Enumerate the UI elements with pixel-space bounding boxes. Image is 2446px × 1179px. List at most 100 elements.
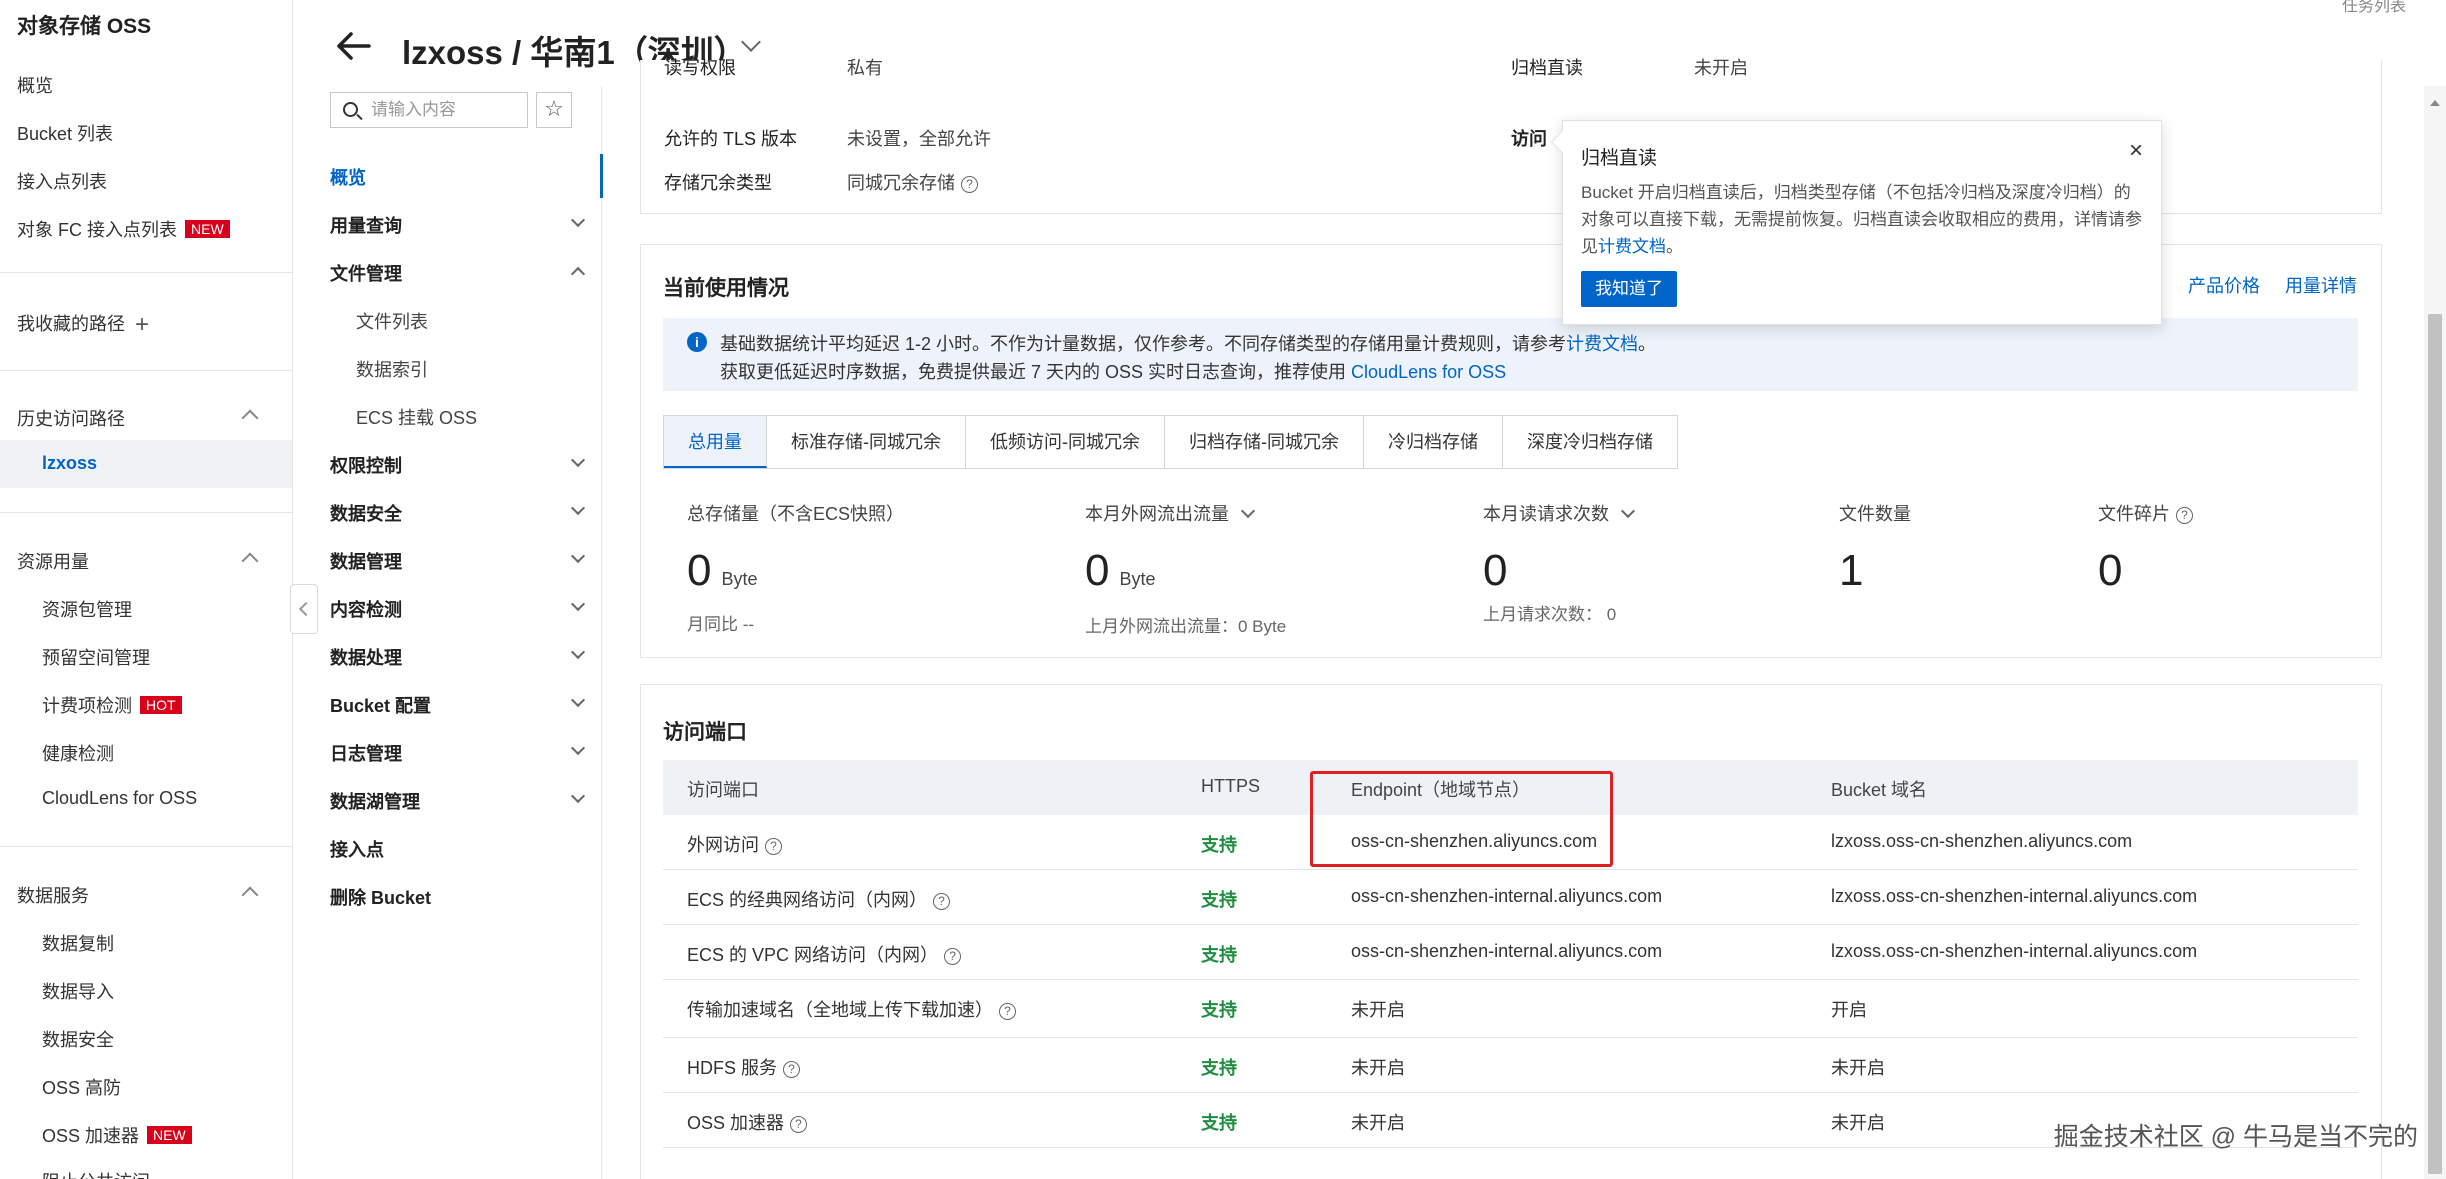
task-list-link[interactable]: 任务列表: [2342, 0, 2406, 16]
nav-health-check[interactable]: 健康检测: [42, 740, 114, 766]
history-item-lzxoss[interactable]: lzxoss: [42, 453, 97, 474]
stat-total-storage-sub: 月同比 --: [687, 615, 755, 634]
chevron-down-icon[interactable]: [570, 500, 586, 516]
bucket-nav-data-security[interactable]: 数据安全: [330, 500, 402, 526]
close-icon[interactable]: ×: [2129, 139, 2143, 163]
bucket-nav-file-mgmt[interactable]: 文件管理: [330, 260, 402, 286]
stat-outbound-value: 0 Byte: [1085, 546, 1156, 596]
table-row: 传输加速域名（全地域上传下载加速）? 支持 未开启 开启: [663, 980, 2358, 1038]
chevron-up-icon[interactable]: [241, 552, 259, 570]
bucket-nav-usage-query[interactable]: 用量查询: [330, 212, 402, 238]
popover-title: 归档直读: [1581, 148, 1658, 169]
got-it-button[interactable]: 我知道了: [1581, 271, 1677, 307]
bucket-nav-permission[interactable]: 权限控制: [330, 452, 402, 478]
bucket-nav-overview[interactable]: 概览: [330, 164, 366, 190]
stat-fragments-label: 文件碎片?: [2098, 500, 2193, 526]
enable-acceleration-link[interactable]: 开启: [1831, 996, 1867, 1022]
nav-resource-package[interactable]: 资源包管理: [42, 596, 132, 622]
usage-detail-link[interactable]: 用量详情: [2285, 272, 2357, 298]
nav-fc-access-point[interactable]: 对象 FC 接入点列表 NEW: [17, 216, 230, 242]
tab-cold-archive[interactable]: 冷归档存储: [1364, 416, 1503, 468]
bucket-nav-bucket-config[interactable]: Bucket 配置: [330, 692, 431, 718]
nav-cloudlens[interactable]: CloudLens for OSS: [42, 788, 197, 809]
billing-doc-link[interactable]: 计费文档: [1566, 334, 1638, 354]
data-service-header[interactable]: 数据服务: [17, 882, 89, 908]
cloudlens-link[interactable]: CloudLens for OSS: [1351, 362, 1506, 382]
bucket-nav-file-list[interactable]: 文件列表: [356, 308, 428, 334]
back-arrow-icon[interactable]: [333, 26, 373, 66]
help-icon[interactable]: ?: [790, 1116, 808, 1133]
nav-access-point-list[interactable]: 接入点列表: [17, 168, 107, 194]
bucket-nav-data-processing[interactable]: 数据处理: [330, 644, 402, 670]
bucket-nav-data-mgmt[interactable]: 数据管理: [330, 548, 402, 574]
bucket-nav: ☆ 概览 用量查询 文件管理 文件列表 数据索引 ECS 挂载 OSS 权限控制…: [294, 86, 603, 1179]
stat-outbound-number: 0: [1085, 546, 1110, 595]
history-header[interactable]: 历史访问路径: [17, 405, 125, 431]
chevron-down-icon[interactable]: [570, 452, 586, 468]
tab-archive[interactable]: 归档存储-同城冗余: [1165, 416, 1364, 468]
chevron-up-icon[interactable]: [241, 886, 259, 904]
nav-block-public-access[interactable]: 阻止公共访问: [42, 1168, 150, 1179]
table-row: ECS 的 VPC 网络访问（内网）? 支持 oss-cn-shenzhen-i…: [663, 925, 2358, 980]
row-domain: lzxoss.oss-cn-shenzhen-internal.aliyuncs…: [1831, 886, 2198, 906]
resource-header[interactable]: 资源用量: [17, 548, 89, 574]
tab-total[interactable]: 总用量: [664, 416, 767, 468]
chevron-down-icon[interactable]: [570, 644, 586, 660]
scrollbar-thumb[interactable]: [2428, 314, 2442, 1174]
bucket-nav-access-point[interactable]: 接入点: [330, 836, 384, 862]
stat-total-storage-label: 总存储量（不含ECS快照）: [687, 504, 905, 524]
stat-total-storage-value: 0 Byte: [687, 546, 758, 596]
chevron-down-icon[interactable]: [1240, 503, 1256, 519]
chevron-down-icon[interactable]: [570, 212, 586, 228]
price-link[interactable]: 产品价格: [2188, 272, 2260, 298]
nav-data-import[interactable]: 数据导入: [42, 978, 114, 1004]
tab-infrequent[interactable]: 低频访问-同城冗余: [966, 416, 1165, 468]
chevron-down-icon[interactable]: [570, 692, 586, 708]
chevron-up-icon[interactable]: [241, 409, 259, 427]
nav-data-replication[interactable]: 数据复制: [42, 930, 114, 956]
bucket-nav-data-lake[interactable]: 数据湖管理: [330, 788, 420, 814]
bucket-nav-log-mgmt[interactable]: 日志管理: [330, 740, 402, 766]
stat-read-requests-label-text: 本月读请求次数: [1483, 504, 1609, 524]
help-icon[interactable]: ?: [999, 1003, 1016, 1020]
nav-favorites[interactable]: 我收藏的路径 +: [17, 310, 149, 339]
scrollbar[interactable]: [2424, 86, 2446, 1179]
help-icon[interactable]: ?: [961, 176, 978, 193]
nav-reserved-space[interactable]: 预留空间管理: [42, 644, 150, 670]
help-icon[interactable]: ?: [783, 1061, 800, 1078]
chevron-up-icon[interactable]: [570, 266, 586, 282]
stat-read-requests-label[interactable]: 本月读请求次数: [1483, 500, 1636, 526]
nav-oss-accelerator[interactable]: OSS 加速器 NEW: [42, 1122, 192, 1148]
chevron-down-icon[interactable]: [570, 596, 586, 612]
stat-outbound-label[interactable]: 本月外网流出流量: [1085, 500, 1256, 526]
info-icon: i: [687, 332, 707, 352]
chevron-down-icon[interactable]: [570, 548, 586, 564]
row-name-text: 传输加速域名（全地域上传下载加速）: [687, 1000, 993, 1020]
chevron-down-icon[interactable]: [1620, 503, 1636, 519]
nav-data-security[interactable]: 数据安全: [42, 1026, 114, 1052]
chevron-down-icon[interactable]: [570, 788, 586, 804]
bucket-nav-content-check[interactable]: 内容检测: [330, 596, 402, 622]
chevron-down-icon[interactable]: [570, 740, 586, 756]
nav-billing-check[interactable]: 计费项检测 HOT: [42, 692, 182, 718]
bucket-nav-delete-bucket[interactable]: 删除 Bucket: [330, 884, 431, 910]
help-icon[interactable]: ?: [933, 893, 951, 910]
nav-overview[interactable]: 概览: [17, 72, 53, 98]
plus-icon[interactable]: +: [135, 311, 149, 339]
help-icon[interactable]: ?: [2176, 507, 2193, 524]
nav-search-input[interactable]: [371, 98, 521, 122]
tab-standard[interactable]: 标准存储-同城冗余: [767, 416, 966, 468]
bucket-nav-data-index[interactable]: 数据索引: [356, 356, 428, 382]
row-endpoint: 未开启: [1351, 1058, 1405, 1078]
star-icon[interactable]: ☆: [536, 92, 572, 128]
bucket-nav-ecs-mount[interactable]: ECS 挂载 OSS: [356, 404, 477, 430]
tab-deep-cold-archive[interactable]: 深度冷归档存储: [1503, 416, 1677, 468]
help-icon[interactable]: ?: [944, 948, 962, 965]
nav-oss-ddos[interactable]: OSS 高防: [42, 1074, 121, 1100]
search-icon: [343, 102, 358, 117]
notice-text-2: 获取更低延迟时序数据，免费提供最近 7 天内的 OSS 实时日志查询，推荐使用: [720, 362, 1347, 382]
scroll-up-icon[interactable]: [2430, 100, 2440, 106]
popover-billing-link[interactable]: 计费文档: [1598, 237, 1666, 256]
help-icon[interactable]: ?: [765, 838, 782, 855]
nav-bucket-list[interactable]: Bucket 列表: [17, 120, 113, 146]
